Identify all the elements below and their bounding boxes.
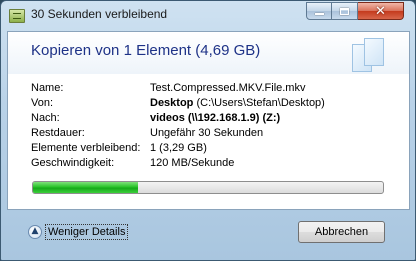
fewer-details-label[interactable]: Weniger Details (45, 224, 129, 240)
source-folder-path: (C:\Users\Stefan\Desktop) (193, 97, 325, 109)
chevron-up-circle-icon[interactable]: ▲ (28, 225, 42, 239)
title-bar[interactable]: 30 Sekunden verbleibend ✕ (1, 1, 415, 31)
detail-label: Von: (31, 97, 54, 109)
copy-progress-icon (9, 9, 25, 23)
detail-label: Nach: (31, 112, 60, 124)
dialog-footer: ▲ Weniger Details Abbrechen (1, 209, 415, 260)
close-icon: ✕ (375, 3, 386, 19)
maximize-button[interactable] (332, 2, 358, 20)
maximize-icon (340, 7, 349, 15)
dialog-content: Kopieren von 1 Element (4,69 GB) Name: T… (7, 31, 410, 210)
destination-folder-name[interactable]: videos (\\192.168.1.9) (Z:) (150, 112, 280, 124)
copy-dialog-window: 30 Sekunden verbleibend ✕ Kopieren von 1… (0, 0, 416, 261)
page-title: Kopieren von 1 Element (4,69 GB) (31, 42, 261, 59)
progress-fill (33, 182, 138, 193)
detail-label: Elemente verbleibend: (31, 142, 141, 154)
source-folder-name[interactable]: Desktop (150, 97, 193, 109)
detail-value: Ungefähr 30 Sekunden (150, 127, 264, 139)
copy-pages-icon (350, 36, 384, 72)
fewer-details-toggle[interactable]: ▲ Weniger Details (28, 223, 129, 241)
cancel-button[interactable]: Abbrechen (298, 221, 385, 243)
detail-label: Restdauer: (31, 127, 85, 139)
detail-value: 1 (3,29 GB) (150, 142, 207, 154)
window-title: 30 Sekunden verbleibend (31, 7, 168, 21)
detail-value[interactable]: Desktop (C:\Users\Stefan\Desktop) (150, 97, 325, 109)
detail-label: Name: (31, 82, 64, 94)
page-shape (364, 38, 384, 66)
detail-label: Geschwindigkeit: (31, 157, 115, 169)
minimize-icon (314, 13, 324, 15)
detail-value: 120 MB/Sekunde (150, 157, 235, 169)
copy-progress-bar (32, 181, 384, 194)
minimize-button[interactable] (306, 2, 332, 20)
header-band: Kopieren von 1 Element (4,69 GB) (8, 32, 409, 74)
detail-value[interactable]: videos (\\192.168.1.9) (Z:) (150, 112, 280, 124)
detail-value: Test.Compressed.MKV.File.mkv (150, 82, 306, 94)
close-button[interactable]: ✕ (358, 2, 404, 20)
